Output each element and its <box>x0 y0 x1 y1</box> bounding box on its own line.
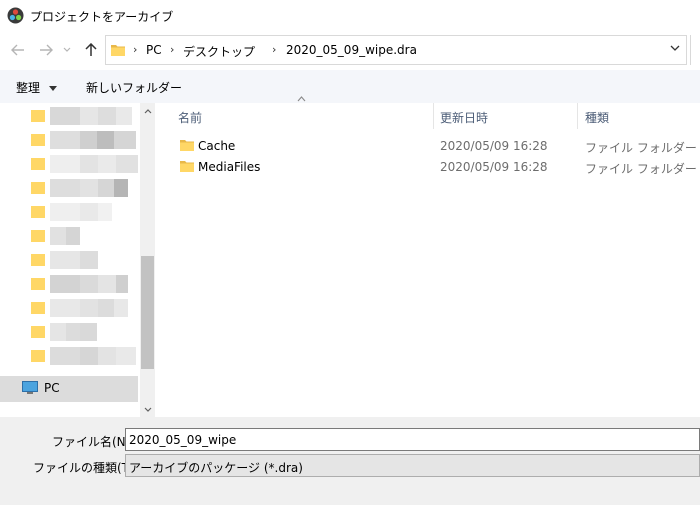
sort-ascending-icon <box>297 96 306 102</box>
title-bar: プロジェクトをアーカイブ <box>0 0 700 32</box>
redacted-label <box>50 323 97 341</box>
filetype-select[interactable]: アーカイブのパッケージ (*.dra) <box>125 454 700 477</box>
window-title: プロジェクトをアーカイブ <box>30 10 174 24</box>
file-name: Cache <box>198 139 236 153</box>
sidebar-item[interactable] <box>0 200 140 224</box>
file-modified: 2020/05/09 16:28 <box>440 160 548 174</box>
navigation-pane: PC <box>0 103 155 417</box>
folder-icon <box>31 110 45 122</box>
folder-icon <box>111 45 125 56</box>
filename-input[interactable] <box>125 428 700 451</box>
column-divider[interactable] <box>577 103 578 129</box>
sidebar-item-label: PC <box>44 381 60 395</box>
sidebar-item[interactable] <box>0 320 140 344</box>
computer-icon <box>22 381 38 394</box>
breadcrumb-pc[interactable]: PC <box>146 43 162 57</box>
file-row[interactable]: Cache 2020/05/09 16:28 ファイル フォルダー <box>160 135 700 157</box>
address-bar[interactable]: › PC › デスクトップ › 2020_05_09_wipe.dra <box>105 35 687 65</box>
redacted-label <box>50 131 136 149</box>
folder-icon <box>31 278 45 290</box>
sidebar-item[interactable] <box>0 248 140 272</box>
organize-label: 整理 <box>16 81 41 95</box>
redacted-label <box>50 107 132 125</box>
chevron-down-icon <box>63 47 71 52</box>
folder-icon <box>31 254 45 266</box>
redacted-label <box>50 299 128 317</box>
file-type: ファイル フォルダー <box>585 141 697 155</box>
filename-label: ファイル名(N): <box>52 435 135 449</box>
folder-icon <box>31 182 45 194</box>
breadcrumb-desktop[interactable]: デスクトップ <box>183 43 255 60</box>
folder-icon <box>31 158 45 170</box>
folder-icon <box>31 206 45 218</box>
sidebar-item[interactable] <box>0 272 140 296</box>
scroll-down-button[interactable] <box>141 402 154 416</box>
new-folder-button[interactable]: 新しいフォルダー <box>86 79 182 96</box>
redacted-label <box>50 347 136 365</box>
chevron-down-icon[interactable] <box>670 44 680 52</box>
column-divider[interactable] <box>433 103 434 129</box>
file-type: ファイル フォルダー <box>585 162 697 176</box>
column-header-modified[interactable]: 更新日時 <box>440 109 488 133</box>
scrollbar-thumb[interactable] <box>141 256 154 369</box>
filetype-value: アーカイブのパッケージ (*.dra) <box>129 461 303 475</box>
sidebar-item-pc[interactable]: PC <box>0 376 138 402</box>
redacted-label <box>50 227 80 245</box>
file-row[interactable]: MediaFiles 2020/05/09 16:28 ファイル フォルダー <box>160 156 700 178</box>
redacted-label <box>50 251 98 269</box>
column-header-name[interactable]: 名前 <box>178 109 202 133</box>
redacted-label <box>50 275 128 293</box>
chevron-up-icon <box>144 108 151 113</box>
forward-button[interactable] <box>37 41 55 59</box>
back-button[interactable] <box>9 41 27 59</box>
breadcrumb-current-folder[interactable]: 2020_05_09_wipe.dra <box>286 43 417 57</box>
file-name: MediaFiles <box>198 160 261 174</box>
recent-locations-button[interactable] <box>61 41 73 59</box>
filetype-label: ファイルの種類(T): <box>33 461 138 475</box>
sidebar-item[interactable] <box>0 128 140 152</box>
refresh-button[interactable] <box>690 35 700 65</box>
folder-icon <box>180 161 194 172</box>
sidebar-item[interactable] <box>0 344 140 368</box>
folder-icon <box>180 140 194 151</box>
sidebar-item[interactable] <box>0 296 140 320</box>
scroll-up-button[interactable] <box>141 104 154 118</box>
breadcrumb-separator[interactable]: › <box>170 43 174 56</box>
davinci-resolve-icon <box>7 7 24 24</box>
sidebar-item[interactable] <box>0 104 140 128</box>
organize-menu[interactable]: 整理 <box>16 79 57 96</box>
arrow-up-icon <box>85 43 97 56</box>
folder-icon <box>31 134 45 146</box>
navigation-bar: › PC › デスクトップ › 2020_05_09_wipe.dra <box>0 32 700 70</box>
sidebar-item[interactable] <box>0 152 140 176</box>
up-button[interactable] <box>82 41 100 59</box>
sidebar-item[interactable] <box>0 224 140 248</box>
redacted-label <box>50 203 112 221</box>
folder-icon <box>31 230 45 242</box>
breadcrumb-separator: › <box>133 43 138 56</box>
chevron-down-icon <box>144 407 151 412</box>
column-header-type[interactable]: 種類 <box>585 109 609 133</box>
folder-icon <box>31 326 45 338</box>
redacted-label <box>50 155 138 173</box>
arrow-left-icon <box>11 44 24 56</box>
redacted-label <box>50 179 128 197</box>
sidebar-item[interactable] <box>0 176 140 200</box>
folder-icon <box>31 302 45 314</box>
folder-icon <box>31 350 45 362</box>
command-bar: 整理 新しいフォルダー <box>0 70 700 103</box>
caret-down-icon <box>48 86 57 91</box>
file-modified: 2020/05/09 16:28 <box>440 139 548 153</box>
breadcrumb-separator[interactable]: › <box>272 43 276 56</box>
arrow-right-icon <box>40 44 53 56</box>
